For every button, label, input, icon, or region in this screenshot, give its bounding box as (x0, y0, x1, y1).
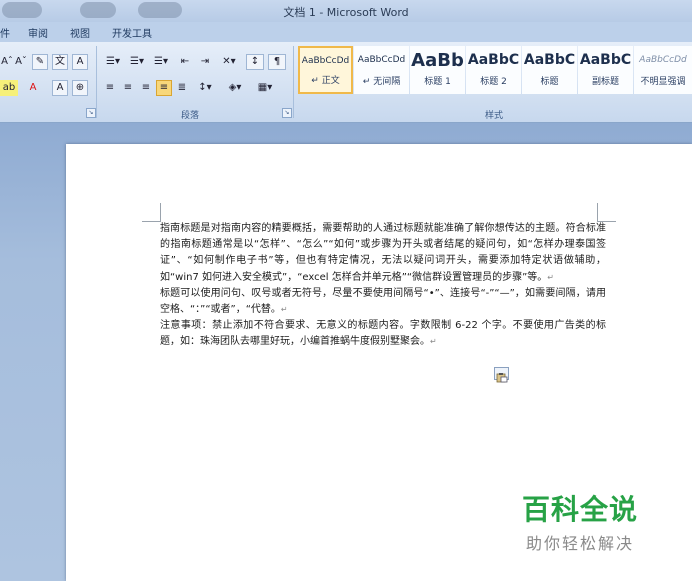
paragraph-mark: ↵ (547, 272, 554, 282)
paragraph: 指南标题是对指南内容的精要概括，需要帮助的人通过标题就能准确了解你想传达的主题。… (160, 221, 606, 286)
paste-options-icon[interactable] (494, 367, 509, 383)
document-body[interactable]: 指南标题是对指南内容的精要概括，需要帮助的人通过标题就能准确了解你想传达的主题。… (160, 221, 606, 351)
paragraph-dialog-launcher[interactable]: ↘ (282, 108, 292, 118)
styles-gallery: AaBbCcDd ↵ 正文 AaBbCcDd ↵ 无间隔 AaBb 标题 1 A… (296, 46, 692, 96)
shrink-font-icon[interactable]: Aˇ (14, 54, 28, 70)
paragraph-text: 指南标题是对指南内容的精要概括，需要帮助的人通过标题就能准确了解你想传达的主题。… (160, 223, 606, 283)
show-marks-icon[interactable]: ¶ (268, 54, 286, 70)
multilevel-list-icon[interactable]: ☰▾ (150, 54, 172, 70)
distributed-icon[interactable]: ≣ (174, 80, 190, 96)
style-name: 标题 2 (480, 77, 507, 87)
window-title: 文档 1 - Microsoft Word (283, 6, 409, 19)
chinese-layout-icon[interactable]: ✕▾ (218, 54, 240, 70)
highlight-icon[interactable]: ab (0, 80, 18, 96)
group-separator (293, 46, 294, 118)
grow-font-icon[interactable]: Aˆ (0, 54, 14, 70)
line-spacing-icon[interactable]: ↕▾ (194, 80, 216, 96)
enclose-char-icon[interactable]: ⊕ (72, 80, 88, 96)
char-border-icon[interactable]: A (72, 54, 88, 70)
shading-icon[interactable]: ◈▾ (222, 80, 248, 96)
styles-group-label: 样式 (484, 111, 503, 121)
ribbon-tabs: 件 审阅 视图 开发工具 (0, 22, 692, 43)
paragraph-group-label: 段落 (180, 111, 199, 121)
align-center-icon[interactable]: ≡ (120, 80, 136, 96)
paragraph-text: 标题可以使用问句、叹号或者无符号，尽量不要使用间隔号“•”、连接号“-”“—”，… (160, 287, 606, 316)
group-separator (96, 46, 97, 118)
increase-indent-icon[interactable]: ⇥ (196, 54, 214, 70)
watermark-subtitle: 助你轻松解决 (525, 534, 634, 553)
borders-icon[interactable]: ▦▾ (252, 80, 278, 96)
tab-view[interactable]: 视图 (70, 25, 90, 40)
style-title[interactable]: AaBbC 标题 (522, 46, 577, 94)
align-left-icon[interactable]: ≡ (102, 80, 118, 96)
style-preview: AaBbC (467, 52, 520, 68)
sort-icon[interactable]: ↕ (246, 54, 264, 70)
style-subtle-emphasis[interactable]: AaBbCcDd 不明显强调 (634, 46, 692, 94)
style-name: 标题 1 (424, 77, 451, 87)
style-name: ↵ 无间隔 (362, 77, 401, 87)
font-dialog-launcher[interactable]: ↘ (86, 108, 96, 118)
style-heading-2[interactable]: AaBbC 标题 2 (466, 46, 521, 94)
bullets-icon[interactable]: ☰▾ (102, 54, 124, 70)
watermark-title: 百科全说 (521, 493, 638, 526)
decrease-indent-icon[interactable]: ⇤ (176, 54, 194, 70)
clear-format-icon[interactable]: ✎ (32, 54, 48, 70)
style-name: ↵ 正文 (311, 76, 340, 86)
margin-corner-mark (142, 203, 161, 222)
tab-review[interactable]: 审阅 (28, 25, 48, 40)
title-bar: 文档 1 - Microsoft Word (0, 0, 692, 22)
font-color-icon[interactable]: A (24, 80, 42, 96)
paragraph: 标题可以使用问句、叹号或者无符号，尽量不要使用间隔号“•”、连接号“-”“—”，… (160, 286, 606, 318)
style-name: 标题 (540, 77, 559, 87)
watermark: 百科全说 助你轻松解决 (510, 488, 650, 554)
paragraph-mark: ↵ (430, 337, 437, 347)
style-normal[interactable]: AaBbCcDd ↵ 正文 (298, 46, 353, 94)
style-preview: AaBbCcDd (639, 55, 687, 65)
align-right-icon[interactable]: ≡ (138, 80, 154, 96)
char-shading-icon[interactable]: A (52, 80, 68, 96)
paragraph-text: 注意事项：禁止添加不符合要求、无意义的标题内容。字数限制 6-22 个字。不要使… (160, 320, 606, 348)
margin-corner-mark (597, 203, 616, 222)
numbering-icon[interactable]: ☰▾ (126, 54, 148, 70)
style-preview: AaBbCcDd (301, 56, 350, 66)
style-preview: AaBbC (523, 52, 576, 68)
style-heading-1[interactable]: AaBb 标题 1 (410, 46, 465, 94)
style-name: 不明显强调 (640, 77, 686, 87)
paragraph: 注意事项：禁止添加不符合要求、无意义的标题内容。字数限制 6-22 个字。不要使… (160, 318, 606, 350)
justify-icon[interactable]: ≡ (156, 80, 172, 96)
phonetic-guide-icon[interactable]: 文 (52, 54, 68, 70)
style-subtitle[interactable]: AaBbC 副标题 (578, 46, 633, 94)
style-preview: AaBbC (579, 52, 632, 68)
style-preview: AaBbCcDd (357, 55, 406, 65)
tab-file[interactable]: 件 (0, 25, 10, 40)
style-no-spacing[interactable]: AaBbCcDd ↵ 无间隔 (354, 46, 409, 94)
tab-developer[interactable]: 开发工具 (112, 25, 152, 40)
style-name: 副标题 (591, 77, 619, 87)
style-preview: AaBb (411, 50, 464, 71)
paragraph-mark: ↵ (280, 305, 288, 315)
